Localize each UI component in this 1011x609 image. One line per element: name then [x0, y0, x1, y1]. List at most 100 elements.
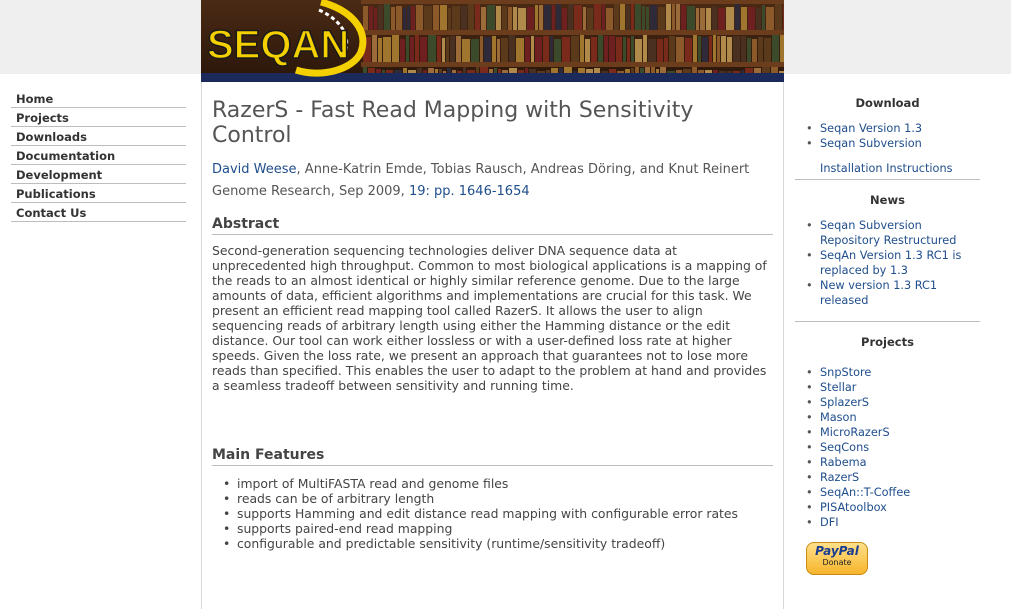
paypal-logo: PayPal	[815, 544, 859, 558]
book-spine	[497, 39, 500, 62]
book-spine	[537, 71, 545, 73]
nav-item-contact-us[interactable]: Contact Us	[11, 203, 186, 222]
project-link[interactable]: MicroRazerS	[795, 425, 980, 440]
nav-item-home[interactable]: Home	[11, 89, 186, 108]
book-spine	[667, 71, 675, 73]
book-spine	[423, 70, 427, 73]
book-spine	[762, 67, 770, 73]
content-border-left	[201, 82, 202, 609]
book-spine	[443, 71, 446, 73]
book-spine	[400, 39, 405, 62]
list-item: configurable and predictable sensitivity…	[223, 536, 777, 551]
book-spine	[448, 8, 451, 30]
book-spine	[556, 4, 561, 30]
book-spine	[650, 5, 657, 30]
project-link[interactable]: Mason	[795, 410, 980, 425]
book-spine	[713, 70, 718, 73]
book-spine	[594, 4, 601, 30]
book-spine	[771, 67, 778, 73]
book-spine	[702, 37, 708, 62]
pages-link[interactable]: 19: pp. 1646-1654	[409, 184, 530, 199]
book-spine	[721, 36, 726, 62]
project-link[interactable]: SplazerS	[795, 395, 980, 410]
project-link[interactable]: Rabema	[795, 455, 980, 470]
nav-link[interactable]: Publications	[16, 187, 96, 201]
book-spine	[544, 5, 551, 30]
book-spine	[502, 6, 507, 30]
book-spine	[583, 7, 586, 30]
project-link[interactable]: DFI	[795, 515, 980, 530]
book-spine	[623, 37, 626, 62]
book-spine	[712, 6, 717, 30]
news-item[interactable]: Seqan Subversion Repository Restructured	[795, 218, 980, 248]
book-spine	[383, 37, 391, 62]
site-banner[interactable]: SEQAN	[201, 0, 784, 82]
project-link[interactable]: Stellar	[795, 380, 980, 395]
nav-link[interactable]: Home	[16, 92, 53, 106]
news-item[interactable]: New version 1.3 RC1 released	[795, 278, 980, 308]
book-spine	[378, 5, 383, 30]
project-link[interactable]: RazerS	[795, 470, 980, 485]
book-spine	[626, 5, 630, 30]
book-spine	[635, 4, 641, 30]
book-spine	[713, 35, 716, 62]
book-spine	[450, 36, 455, 62]
project-link[interactable]: SnpStore	[795, 365, 980, 380]
book-spine	[550, 36, 553, 62]
book-spine	[554, 39, 561, 62]
book-spine	[606, 8, 613, 30]
book-spine	[509, 68, 517, 73]
installation-instructions-link[interactable]: Installation Instructions	[795, 161, 980, 176]
book-spine	[487, 5, 495, 30]
nav-item-publications[interactable]: Publications	[11, 184, 186, 203]
book-spine	[574, 5, 582, 30]
paypal-donate-button[interactable]: PayPal Donate	[806, 542, 868, 575]
nav-link[interactable]: Downloads	[16, 130, 87, 144]
nav-link[interactable]: Projects	[16, 111, 69, 125]
book-spine	[417, 68, 422, 73]
book-spine	[363, 6, 368, 30]
book-spine	[433, 5, 439, 30]
download-link-subversion[interactable]: Seqan Subversion	[795, 136, 980, 151]
book-spine	[452, 70, 456, 73]
nav-link[interactable]: Documentation	[16, 149, 115, 163]
book-spine	[457, 71, 462, 73]
book-spine	[631, 36, 634, 62]
list-item: supports Hamming and edit distance read …	[223, 506, 777, 521]
sidebar-divider	[795, 321, 980, 322]
book-spine	[435, 69, 438, 73]
book-spine	[616, 37, 622, 62]
book-spine	[693, 35, 697, 62]
book-spine	[518, 8, 526, 30]
book-spine	[498, 69, 501, 73]
news-item[interactable]: SeqAn Version 1.3 RC1 is replaced by 1.3	[795, 248, 980, 278]
list-item: reads can be of arbitrary length	[223, 491, 777, 506]
book-spine	[709, 36, 712, 62]
project-link[interactable]: PISAtoolbox	[795, 500, 980, 515]
book-spine	[585, 39, 590, 62]
nav-link[interactable]: Contact Us	[16, 206, 86, 220]
download-link-seqan-1-3[interactable]: Seqan Version 1.3	[795, 121, 980, 136]
book-spine	[604, 36, 608, 62]
nav-link[interactable]: Development	[16, 168, 102, 182]
abstract-text: Second-generation sequencing technologie…	[212, 243, 767, 393]
book-spine	[685, 38, 692, 62]
download-box: Download Seqan Version 1.3 Seqan Subvers…	[795, 96, 980, 176]
nav-item-documentation[interactable]: Documentation	[11, 146, 186, 165]
book-spine	[481, 7, 486, 30]
nav-item-projects[interactable]: Projects	[11, 108, 186, 127]
book-spine	[408, 70, 416, 73]
book-spine	[516, 38, 524, 62]
book-spine	[741, 70, 744, 73]
nav-item-downloads[interactable]: Downloads	[11, 127, 186, 146]
sidebar-divider	[795, 179, 980, 180]
book-spine	[764, 38, 771, 62]
book-spine	[705, 70, 712, 73]
author-link[interactable]: David Weese	[212, 162, 297, 177]
project-link[interactable]: SeqAn::T-Coffee	[795, 485, 980, 500]
book-spine	[681, 5, 686, 30]
page-title: RazerS - Fast Read Mapping with Sensitiv…	[212, 98, 694, 148]
nav-item-development[interactable]: Development	[11, 165, 186, 184]
project-link[interactable]: SeqCons	[795, 440, 980, 455]
book-spine	[525, 37, 530, 62]
